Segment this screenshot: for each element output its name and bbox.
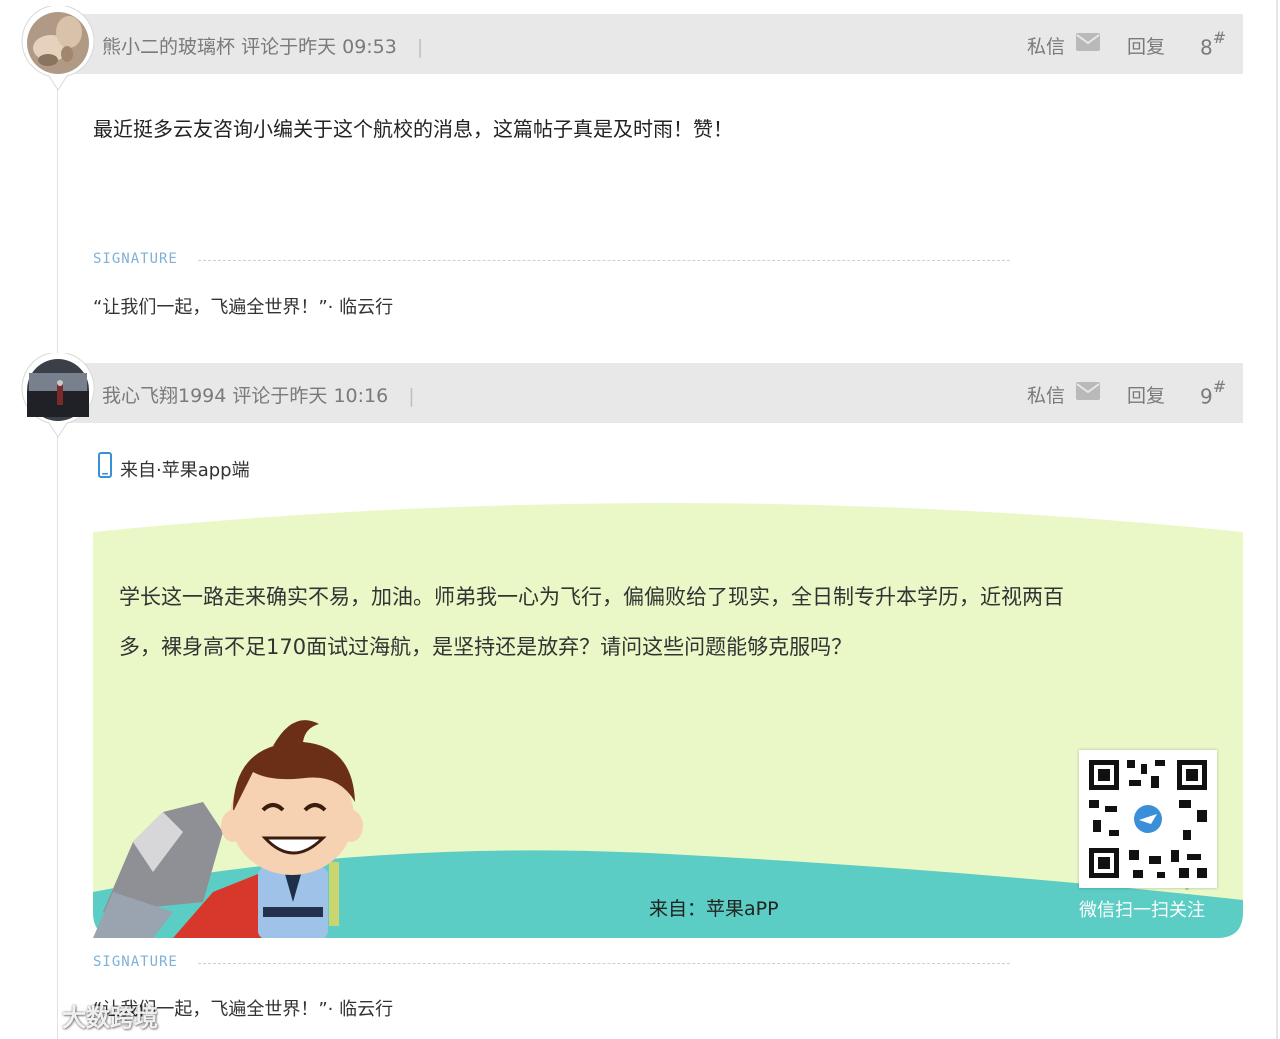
signature-text: “让我们一起，飞遍全世界！”· 临云行 — [93, 297, 394, 318]
floor-mark: # — [1212, 28, 1227, 47]
floor-number: 9# — [1200, 377, 1226, 409]
private-message-button[interactable]: 私信 — [1027, 381, 1065, 408]
comment-line: 学长这一路走来确实不易，加油。师弟我一心为飞行，偏偏败给了现实，全日制专升本学历… — [119, 585, 1064, 609]
mascot — [93, 720, 363, 938]
timeline-line — [57, 80, 58, 360]
avatar[interactable] — [21, 353, 95, 439]
mail-icon[interactable] — [1076, 33, 1100, 51]
separator: | — [416, 36, 424, 58]
floor-digit: 9 — [1200, 384, 1213, 409]
separator: | — [408, 385, 415, 407]
comment-content: 学长这一路走来确实不易，加油。师弟我一心为飞行，偏偏败给了现实，全日制专升本学历… — [119, 572, 1199, 672]
phone-icon — [98, 452, 112, 478]
post-header: 熊小二的玻璃杯 评论于昨天 09:53 | 私信 回复 8# — [60, 14, 1243, 74]
reply-button[interactable]: 回复 — [1127, 32, 1165, 59]
timeline-line — [57, 430, 58, 1039]
qr-caption: 微信扫一扫关注 — [1079, 900, 1205, 921]
watermark-logo — [11, 1001, 56, 1025]
comment-banner: 学长这一路走来确实不易，加油。师弟我一心为飞行，偏偏败给了现实，全日制专升本学历… — [93, 492, 1243, 938]
author-name[interactable]: 熊小二的玻璃杯 — [102, 36, 235, 58]
signature-title: SIGNATURE — [93, 251, 178, 267]
reply-button[interactable]: 回复 — [1127, 381, 1165, 408]
post-header: 我心飞翔1994 评论于昨天 10:16 | 私信 回复 9# — [60, 363, 1243, 423]
signature-divider — [198, 260, 1010, 261]
private-message-button[interactable]: 私信 — [1027, 32, 1065, 59]
source-label: 来自·苹果app端 — [120, 460, 250, 481]
comment-line: 多，裸身高不足170面试过海航，是坚持还是放弃？请问这些问题能够克服吗？ — [119, 635, 853, 659]
floor-digit: 8 — [1200, 35, 1213, 60]
signature-title: SIGNATURE — [93, 954, 178, 970]
comment-content: 最近挺多云友咨询小编关于这个航校的消息，这篇帖子真是及时雨！赞！ — [93, 117, 733, 141]
floor-mark: # — [1212, 377, 1227, 396]
page-border — [1276, 0, 1278, 1039]
signature-divider — [198, 963, 1010, 964]
banner-footer: 来自：苹果aPP — [649, 898, 779, 920]
author-line: 我心飞翔1994 评论于昨天 10:16 | — [102, 381, 415, 408]
comment-meta: 评论于昨天 10:16 — [232, 385, 389, 407]
author-line: 熊小二的玻璃杯 评论于昨天 09:53 | — [102, 32, 423, 59]
comment-thread: 熊小二的玻璃杯 评论于昨天 09:53 | 私信 回复 8# 最近挺多云友咨询小… — [0, 0, 1280, 1039]
qr-code[interactable] — [1079, 750, 1217, 888]
comment-meta: 评论于昨天 09:53 — [241, 36, 397, 58]
author-name[interactable]: 我心飞翔1994 — [102, 385, 226, 407]
mail-icon[interactable] — [1076, 382, 1100, 400]
floor-number: 8# — [1200, 28, 1226, 60]
avatar[interactable] — [21, 6, 95, 92]
watermark-text: 大数跨境 — [62, 1004, 158, 1032]
